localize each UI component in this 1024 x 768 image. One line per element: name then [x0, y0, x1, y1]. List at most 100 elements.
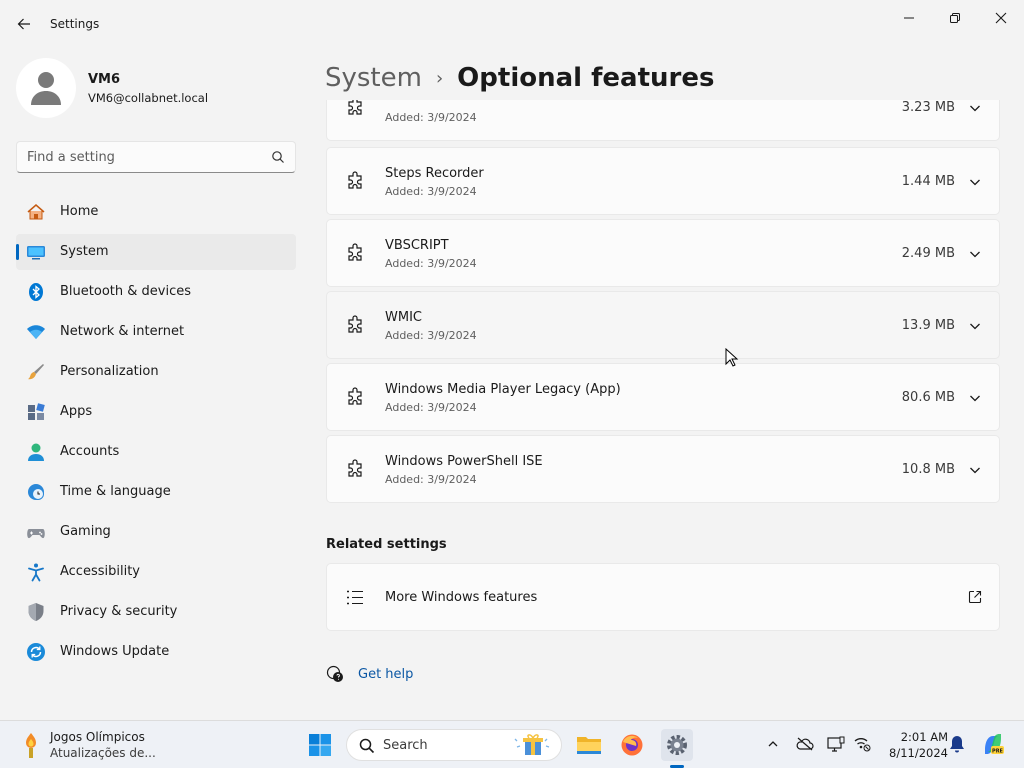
- person-icon: [31, 72, 61, 105]
- breadcrumb-parent-link[interactable]: System: [325, 63, 422, 93]
- show-hidden-icons-button[interactable]: [764, 735, 782, 753]
- profile-email: VM6@collabnet.local: [88, 91, 209, 105]
- feature-row[interactable]: Steps Recorder Added: 3/9/2024 1.44 MB: [326, 147, 1000, 215]
- sidebar-item-windows-update[interactable]: Windows Update: [16, 634, 296, 670]
- feature-row[interactable]: Added: 3/9/2024 3.23 MB: [326, 100, 1000, 141]
- feature-added-date: Added: 3/9/2024: [385, 257, 477, 270]
- feature-row[interactable]: Windows Media Player Legacy (App) Added:…: [326, 363, 1000, 431]
- chevron-down-icon[interactable]: [967, 390, 983, 406]
- feature-size: 13.9 MB: [901, 318, 955, 333]
- update-icon: [26, 642, 46, 662]
- apps-icon: [26, 402, 46, 422]
- gear-icon: [667, 735, 687, 755]
- feature-row[interactable]: VBSCRIPT Added: 3/9/2024 2.49 MB: [326, 219, 1000, 287]
- feature-size: 10.8 MB: [901, 462, 955, 477]
- sidebar-item-label: Windows Update: [60, 644, 170, 659]
- sidebar-item-network[interactable]: Network & internet: [16, 314, 296, 350]
- sidebar-item-personalization[interactable]: Personalization: [16, 354, 296, 390]
- sidebar-item-label: System: [60, 244, 109, 259]
- user-profile[interactable]: VM6 VM6@collabnet.local: [16, 58, 296, 118]
- network-tray-button[interactable]: [853, 735, 871, 753]
- chevron-down-icon[interactable]: [967, 100, 983, 116]
- breadcrumb: System › Optional features: [325, 58, 714, 98]
- chevron-up-icon: [768, 741, 778, 747]
- shield-icon: [26, 602, 46, 622]
- sidebar-nav: Home System Bluetooth & devices Network …: [16, 194, 296, 674]
- feature-added-date: Added: 3/9/2024: [385, 111, 477, 124]
- open-external-icon: [968, 590, 982, 604]
- feature-size: 3.23 MB: [901, 100, 955, 115]
- firefox-button[interactable]: [616, 729, 648, 761]
- get-help-link[interactable]: Get help: [326, 664, 413, 684]
- feature-size: 1.44 MB: [901, 174, 955, 189]
- feature-row[interactable]: Windows PowerShell ISE Added: 3/9/2024 1…: [326, 435, 1000, 503]
- minimize-button[interactable]: [887, 4, 931, 32]
- search-highlight-icon: [514, 734, 550, 755]
- chevron-down-icon[interactable]: [967, 174, 983, 190]
- puzzle-icon: [348, 243, 362, 261]
- accounts-icon: [26, 442, 46, 462]
- clock-date: 8/11/2024: [889, 746, 948, 760]
- sidebar-item-label: Accessibility: [60, 564, 140, 579]
- puzzle-icon: [348, 171, 362, 189]
- wifi-icon: [26, 322, 46, 342]
- page-title: Optional features: [457, 63, 715, 93]
- search-input[interactable]: Find a setting: [16, 141, 296, 173]
- sidebar-item-accounts[interactable]: Accounts: [16, 434, 296, 470]
- feature-name: WMIC: [385, 310, 422, 325]
- news-widget[interactable]: Jogos Olímpicos Atualizações de...: [18, 727, 168, 763]
- file-explorer-button[interactable]: [573, 729, 605, 761]
- minimize-icon: [904, 17, 914, 19]
- sidebar-item-accessibility[interactable]: Accessibility: [16, 554, 296, 590]
- taskbar: Jogos Olímpicos Atualizações de... Searc…: [0, 720, 1024, 768]
- sidebar-item-privacy-security[interactable]: Privacy & security: [16, 594, 296, 630]
- arrow-left-icon: [17, 18, 30, 30]
- sidebar-item-apps[interactable]: Apps: [16, 394, 296, 430]
- chevron-down-icon[interactable]: [967, 246, 983, 262]
- gamepad-icon: [26, 522, 46, 542]
- more-windows-features-link[interactable]: More Windows features: [326, 563, 1000, 631]
- title-bar: Settings: [0, 0, 1024, 48]
- system-clock[interactable]: 2:01 AM 8/11/2024: [878, 729, 948, 761]
- list-icon: [347, 590, 363, 605]
- back-button[interactable]: [12, 12, 36, 36]
- network-icon: [854, 738, 871, 752]
- display-tray-button[interactable]: [827, 735, 845, 753]
- widget-subtitle: Atualizações de...: [50, 746, 156, 760]
- firefox-icon: [621, 734, 643, 756]
- sidebar-item-label: Gaming: [60, 524, 111, 539]
- chevron-down-icon[interactable]: [967, 462, 983, 478]
- sidebar-item-bluetooth[interactable]: Bluetooth & devices: [16, 274, 296, 310]
- restore-icon: [950, 13, 960, 23]
- accessibility-icon: [26, 562, 46, 582]
- sidebar-item-label: Privacy & security: [60, 604, 178, 619]
- torch-icon: [26, 733, 36, 758]
- sidebar-item-time-language[interactable]: Time & language: [16, 474, 296, 510]
- profile-name: VM6: [88, 72, 121, 87]
- feature-size: 80.6 MB: [901, 390, 955, 405]
- taskbar-search[interactable]: Search: [346, 729, 562, 761]
- sidebar-item-gaming[interactable]: Gaming: [16, 514, 296, 550]
- restore-button[interactable]: [933, 4, 977, 32]
- onedrive-tray-button[interactable]: [796, 735, 814, 753]
- help-chat-icon: [326, 665, 343, 682]
- brush-icon: [26, 362, 46, 382]
- chevron-down-icon[interactable]: [967, 318, 983, 334]
- sidebar-item-system[interactable]: System: [16, 234, 296, 270]
- windows-logo-icon: [309, 734, 331, 756]
- app-title: Settings: [50, 17, 100, 31]
- start-button[interactable]: [304, 729, 336, 761]
- sidebar-item-home[interactable]: Home: [16, 194, 296, 230]
- bell-icon: [950, 736, 964, 753]
- system-icon: [26, 242, 46, 262]
- copilot-button[interactable]: PRE: [981, 732, 1005, 756]
- feature-name: Windows Media Player Legacy (App): [385, 382, 621, 397]
- feature-row[interactable]: WMIC Added: 3/9/2024 13.9 MB: [326, 291, 1000, 359]
- feature-added-date: Added: 3/9/2024: [385, 185, 477, 198]
- puzzle-icon: [348, 387, 362, 405]
- notifications-button[interactable]: [948, 735, 966, 753]
- settings-app-button[interactable]: [661, 729, 693, 761]
- close-button[interactable]: [979, 4, 1023, 32]
- sidebar-item-label: Home: [60, 204, 99, 219]
- close-icon: [995, 12, 1007, 24]
